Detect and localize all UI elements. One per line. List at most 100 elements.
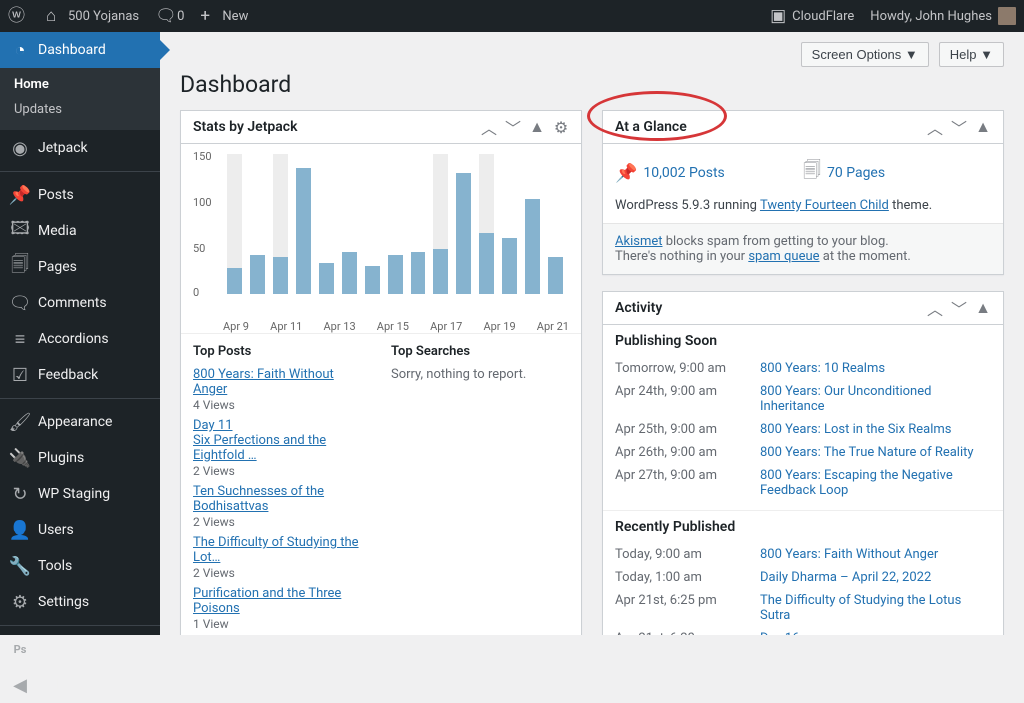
top-searches-title: Top Searches: [391, 344, 569, 359]
menu-posts[interactable]: 📌Posts: [0, 177, 160, 213]
activity-when: Today, 9:00 am: [615, 547, 760, 562]
media-icon: 🖾: [10, 221, 30, 241]
tools-icon: 🔧: [10, 556, 30, 576]
chevron-down-icon[interactable]: ﹀: [505, 119, 521, 135]
help-button[interactable]: Help ▼: [939, 42, 1004, 67]
cloudflare-notice[interactable]: ▣ CloudFlare: [762, 0, 862, 32]
spam-queue-link[interactable]: spam queue: [748, 249, 819, 264]
top-post-link[interactable]: 800 Years: Faith Without Anger: [193, 367, 334, 397]
comments-link[interactable]: 🗨 0: [147, 0, 192, 32]
activity-when: Today, 1:00 am: [615, 570, 760, 585]
menu-appearance[interactable]: 🖌Appearance: [0, 404, 160, 440]
chart-bar[interactable]: [525, 154, 540, 294]
chart-bar[interactable]: [342, 154, 357, 294]
wp-logo[interactable]: ⓦ: [0, 0, 38, 32]
top-post-link[interactable]: Purification and the Three Poisons: [193, 586, 341, 616]
new-link[interactable]: + New: [192, 0, 256, 32]
chart-bar[interactable]: [365, 154, 380, 294]
glance-title: At a Glance: [615, 119, 687, 135]
chart-bar[interactable]: [411, 154, 426, 294]
admin-menu: ◔ Dashboard Home Updates ◉Jetpack 📌Posts…: [0, 32, 160, 635]
menu-separator: [0, 625, 160, 626]
chart-bar[interactable]: [388, 154, 403, 294]
chart-bar[interactable]: [273, 154, 288, 294]
chart-bar[interactable]: [227, 154, 242, 294]
menu-users[interactable]: 👤Users: [0, 512, 160, 548]
akismet-link[interactable]: Akismet: [615, 234, 663, 249]
chevron-up-icon[interactable]: ︿: [927, 119, 943, 135]
top-post-link[interactable]: The Difficulty of Studying the Lot…: [193, 535, 359, 565]
menu-plugins[interactable]: 🔌Plugins: [0, 440, 160, 476]
x-tick-label: Apr 17: [430, 320, 462, 333]
top-searches-empty: Sorry, nothing to report.: [391, 367, 569, 382]
menu-media[interactable]: 🖾Media: [0, 213, 160, 249]
theme-link[interactable]: Twenty Fourteen Child: [760, 198, 889, 213]
chart-bar[interactable]: [250, 154, 265, 294]
pin-icon: 📌: [615, 163, 637, 184]
settings-icon[interactable]: ⚙: [553, 119, 569, 135]
activity-link[interactable]: 800 Years: 10 Realms: [760, 361, 885, 376]
activity-link[interactable]: Daily Dharma – April 22, 2022: [760, 570, 931, 585]
site-link[interactable]: ⌂ 500 Yojanas: [38, 0, 147, 32]
page-title: Dashboard: [180, 67, 1004, 110]
menu-jetpack[interactable]: ◉Jetpack: [0, 130, 160, 166]
x-tick-label: Apr 11: [270, 320, 302, 333]
top-searches-section: Top Searches Sorry, nothing to report.: [391, 344, 569, 635]
chart-bar[interactable]: [502, 154, 517, 294]
activity-link[interactable]: Day 16: [760, 631, 800, 635]
menu-settings[interactable]: ⚙Settings: [0, 584, 160, 620]
top-post-item: Six Perfections and the Eightfold …2 Vie…: [193, 433, 371, 478]
menu-comments[interactable]: 🗨Comments: [0, 285, 160, 321]
chevron-down-icon[interactable]: ﹀: [951, 300, 967, 316]
chevron-up-icon[interactable]: ︿: [481, 119, 497, 135]
glance-wp-version: WordPress 5.9.3 running Twenty Fourteen …: [615, 198, 991, 213]
user-icon: 👤: [10, 520, 30, 540]
accordion-icon: ≡: [10, 329, 30, 349]
settings-icon: ⚙: [10, 592, 30, 612]
screen-options-button[interactable]: Screen Options ▼: [801, 42, 929, 67]
submenu-home[interactable]: Home: [0, 72, 160, 97]
chart-bar[interactable]: [319, 154, 334, 294]
top-post-link[interactable]: Six Perfections and the Eightfold …: [193, 433, 326, 463]
chart-bar[interactable]: [433, 154, 448, 294]
menu-wpstaging[interactable]: ↻WP Staging: [0, 476, 160, 512]
glance-pages[interactable]: 🗐 70 Pages: [803, 158, 991, 188]
activity-link[interactable]: 800 Years: The True Nature of Reality: [760, 445, 974, 460]
activity-row: Apr 24th, 9:00 am800 Years: Our Uncondit…: [615, 380, 991, 418]
menu-post-snippets[interactable]: PsPost Snippets: [0, 631, 160, 667]
glance-posts[interactable]: 📌 10,002 Posts: [615, 158, 803, 188]
activity-link[interactable]: 800 Years: Escaping the Negative Feedbac…: [760, 468, 953, 498]
menu-accordions[interactable]: ≡Accordions: [0, 321, 160, 357]
menu-collapse[interactable]: ◀Collapse menu: [0, 667, 160, 703]
submenu-updates[interactable]: Updates: [0, 97, 160, 122]
activity-row: Tomorrow, 9:00 am800 Years: 10 Realms: [615, 357, 991, 380]
recently-published-title: Recently Published: [603, 511, 1003, 543]
move-up-icon[interactable]: ▲: [975, 300, 991, 316]
chevron-up-icon[interactable]: ︿: [927, 300, 943, 316]
menu-dashboard[interactable]: ◔ Dashboard: [0, 32, 160, 68]
move-up-icon[interactable]: ▲: [975, 119, 991, 135]
chart-bar[interactable]: [456, 154, 471, 294]
x-tick-label: Apr 19: [483, 320, 515, 333]
menu-pages[interactable]: 🗐Pages: [0, 249, 160, 285]
menu-tools[interactable]: 🔧Tools: [0, 548, 160, 584]
howdy-user[interactable]: Howdy, John Hughes: [862, 0, 1024, 32]
x-tick-label: Apr 9: [223, 320, 249, 333]
activity-link[interactable]: The Difficulty of Studying the Lotus Sut…: [760, 593, 961, 623]
chart-bar[interactable]: [548, 154, 563, 294]
top-posts-section: Top Posts 800 Years: Faith Without Anger…: [193, 344, 371, 635]
top-post-link[interactable]: Ten Suchnesses of the Bodhisattvas: [193, 484, 324, 514]
chart-bar[interactable]: [296, 154, 311, 294]
move-up-icon[interactable]: ▲: [529, 119, 545, 135]
activity-link[interactable]: 800 Years: Lost in the Six Realms: [760, 422, 952, 437]
ps-icon: Ps: [10, 639, 30, 659]
chevron-down-icon[interactable]: ﹀: [951, 119, 967, 135]
chart-bar[interactable]: [479, 154, 494, 294]
activity-link[interactable]: 800 Years: Our Unconditioned Inheritance: [760, 384, 931, 414]
stats-chart[interactable]: 150 100 50 0: [193, 154, 569, 314]
activity-when: Tomorrow, 9:00 am: [615, 361, 760, 376]
appearance-icon: 🖌: [10, 412, 30, 432]
menu-feedback[interactable]: ☑Feedback: [0, 357, 160, 393]
activity-link[interactable]: 800 Years: Faith Without Anger: [760, 547, 938, 562]
top-post-link[interactable]: Day 11: [193, 418, 233, 433]
